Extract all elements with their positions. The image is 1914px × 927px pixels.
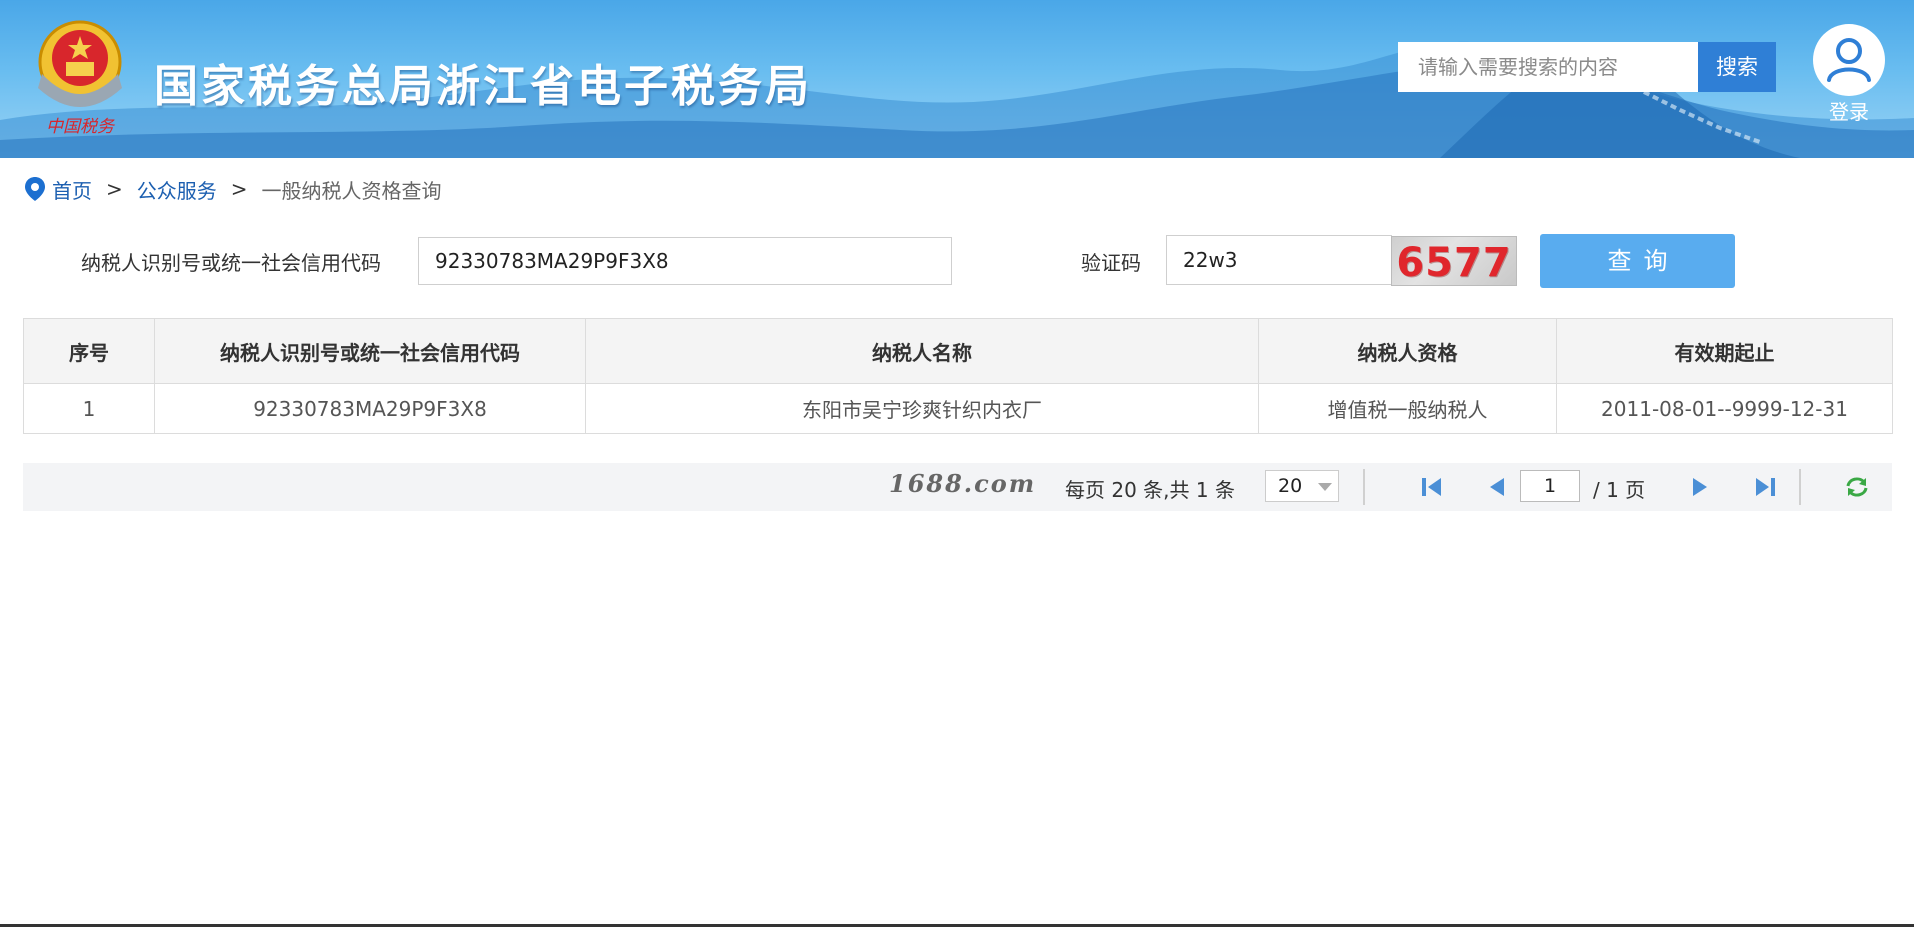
table-row: 1 92330783MA29P9F3X8 东阳市吴宁珍爽针织内衣厂 增值税一般纳… (23, 383, 1893, 434)
breadcrumb-section-link[interactable]: 公众服务 (137, 175, 217, 204)
taxpayer-id-input[interactable] (418, 237, 952, 285)
breadcrumb-home-link[interactable]: 首页 (52, 175, 92, 204)
breadcrumb-current: 一般纳税人资格查询 (261, 178, 442, 203)
column-header-taxpayer-id: 纳税人识别号或统一社会信用代码 (154, 318, 586, 384)
login-link[interactable]: 登录 (1813, 96, 1885, 125)
taxpayer-id-label: 纳税人识别号或统一社会信用代码 (81, 251, 381, 275)
pager-divider (1799, 469, 1801, 505)
breadcrumb-separator: > (230, 177, 248, 201)
site-title: 国家税务总局浙江省电子税务局 (154, 61, 812, 112)
previous-page-icon[interactable] (1484, 475, 1510, 499)
query-button[interactable]: 查询 (1540, 234, 1735, 288)
column-header-validity: 有效期起止 (1556, 318, 1893, 384)
current-page-input[interactable]: 1 (1520, 470, 1580, 502)
breadcrumb: 首页 > 公众服务 > 一般纳税人资格查询 (24, 174, 442, 204)
cell-qualification: 增值税一般纳税人 (1258, 383, 1557, 434)
results-table: 序号 纳税人识别号或统一社会信用代码 纳税人名称 纳税人资格 有效期起止 1 9… (23, 318, 1893, 434)
header-banner: 中国税务 国家税务总局浙江省电子税务局 搜索 登录 (0, 0, 1914, 158)
breadcrumb-separator: > (106, 177, 123, 201)
column-header-taxpayer-name: 纳税人名称 (585, 318, 1259, 384)
user-icon (1827, 38, 1871, 82)
last-page-icon[interactable] (1752, 475, 1778, 499)
pager-divider (1363, 469, 1365, 505)
pagination-summary: 每页 20 条,共 1 条 (1065, 478, 1235, 502)
cell-taxpayer-id: 92330783MA29P9F3X8 (154, 383, 586, 434)
next-page-icon[interactable] (1687, 475, 1713, 499)
cell-validity: 2011-08-01--9999-12-31 (1556, 383, 1893, 434)
first-page-icon[interactable] (1419, 475, 1445, 499)
total-pages-label: / 1 页 (1593, 478, 1646, 502)
column-header-qualification: 纳税人资格 (1258, 318, 1557, 384)
page-size-value: 20 (1278, 475, 1303, 497)
page-size-select[interactable]: 20 (1265, 470, 1339, 502)
location-pin-icon (25, 177, 45, 201)
refresh-icon[interactable] (1844, 475, 1870, 499)
captcha-image[interactable]: 6577 (1391, 236, 1517, 286)
captcha-input[interactable] (1166, 235, 1392, 285)
column-header-index: 序号 (23, 318, 155, 384)
watermark-text: 1688.com (889, 469, 1037, 498)
captcha-label: 验证码 (1081, 251, 1141, 275)
chevron-down-icon (1318, 483, 1332, 491)
site-search-button[interactable]: 搜索 (1698, 42, 1776, 92)
tax-emblem-logo: 中国税务 (38, 20, 122, 137)
pagination-bar: 1688.com 每页 20 条,共 1 条 20 1 / 1 页 (23, 463, 1892, 511)
login-avatar-button[interactable] (1813, 24, 1885, 96)
cell-taxpayer-name: 东阳市吴宁珍爽针织内衣厂 (585, 383, 1259, 434)
table-header-row: 序号 纳税人识别号或统一社会信用代码 纳税人名称 纳税人资格 有效期起止 (23, 318, 1893, 384)
cell-index: 1 (23, 383, 155, 434)
site-search-input[interactable] (1398, 42, 1698, 92)
svg-text:中国税务: 中国税务 (46, 117, 116, 137)
